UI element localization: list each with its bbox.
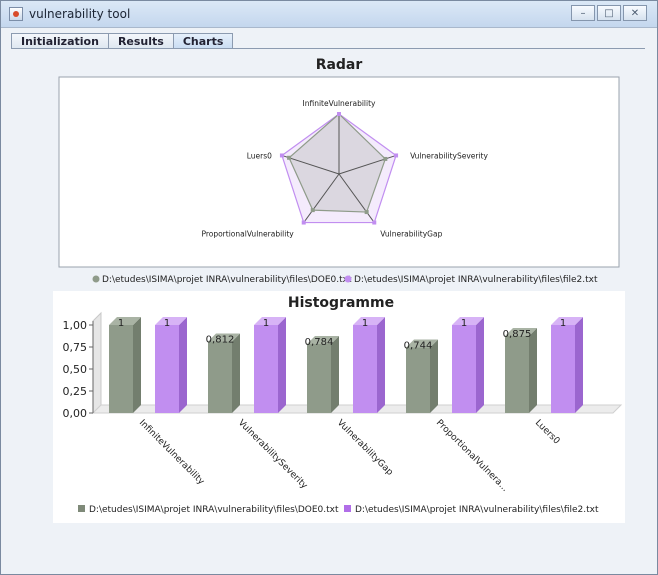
histogram-bar-side (133, 317, 141, 413)
radar-point (279, 153, 284, 158)
histogram-title: Histogramme (288, 295, 394, 311)
radar-point (383, 156, 388, 161)
histogram-value-label: 1 (263, 318, 269, 329)
histogram-legend-marker-series1 (78, 505, 85, 512)
histogram-legend-marker-series2 (344, 505, 351, 512)
radar-point (372, 220, 377, 225)
histogram-bar-front (208, 341, 232, 413)
histogram-value-label: 0,784 (305, 337, 334, 348)
radar-title: Radar (316, 57, 363, 73)
histogram-y-tick-label: 0,50 (63, 363, 88, 376)
histogram-bar-front (307, 344, 331, 413)
maximize-button[interactable]: □ (597, 5, 621, 21)
tab-initialization[interactable]: Initialization (11, 33, 109, 49)
radar-axis-label: InfiniteVulnerability (303, 99, 377, 108)
histogram-value-label: 1 (164, 318, 170, 329)
histogram-chart: Histogramme 0,000,250,500,751,00 1 1Infini… (53, 291, 625, 523)
radar-legend-marker-series1 (92, 275, 100, 283)
histogram-value-label: 0,875 (503, 329, 532, 340)
radar-chart: Radar InfiniteVulnerability Vulnerability… (58, 57, 620, 285)
histogram-value-label: 1 (461, 318, 467, 329)
title-bar[interactable]: vulnerability tool – □ ✕ (1, 1, 657, 28)
app-window: vulnerability tool – □ ✕ Initialization … (0, 0, 658, 575)
window-controls: – □ ✕ (571, 5, 647, 21)
radar-axis-label: VulnerabilityGap (380, 230, 442, 239)
radar-point (287, 155, 292, 160)
histogram-legend-label-series1: D:\etudes\ISIMA\projet INRA\vulnerabilit… (89, 505, 339, 515)
histogram-bar-side (476, 317, 484, 413)
app-icon (9, 7, 23, 21)
histogram-bar-side (278, 317, 286, 413)
radar-axis-label: VulnerabilitySeverity (410, 151, 488, 160)
radar-point (337, 112, 341, 116)
histogram-value-label: 0,744 (404, 341, 433, 352)
histogram-value-label: 1 (118, 318, 124, 329)
histogram-bar-side (377, 317, 385, 413)
histogram-y-tick-label: 1,00 (63, 319, 88, 332)
histogram-bar-front (155, 325, 179, 413)
window-title: vulnerability tool (29, 7, 131, 21)
tab-results[interactable]: Results (107, 33, 174, 49)
histogram-y-tick-label: 0,25 (63, 385, 88, 398)
histogram-bar-side (179, 317, 187, 413)
histogram-bar-front (551, 325, 575, 413)
tab-charts[interactable]: Charts (172, 33, 234, 49)
histogram-y-tick-label: 0,75 (63, 341, 88, 354)
histogram-value-label: 0,812 (206, 335, 235, 346)
radar-point (301, 220, 306, 225)
histogram-bar-front (505, 336, 529, 413)
histogram-value-label: 1 (362, 318, 368, 329)
radar-axis-label: Luers0 (247, 151, 272, 160)
histogram-bar-front (353, 325, 377, 413)
minimize-button[interactable]: – (571, 5, 595, 21)
histogram-bar-side (529, 328, 537, 413)
radar-legend-label-series1: D:\etudes\ISIMA\projet INRA\vulnerabilit… (102, 275, 352, 285)
radar-legend-label-series2: D:\etudes\ISIMA\projet INRA\vulnerabilit… (354, 275, 598, 285)
radar-point (394, 153, 399, 158)
radar-legend-marker-series2 (344, 275, 352, 283)
histogram-legend-label-series2: D:\etudes\ISIMA\projet INRA\vulnerabilit… (355, 505, 599, 515)
histogram-y-tick-label: 0,00 (63, 407, 88, 420)
histogram-bar-front (254, 325, 278, 413)
tab-bar: Initialization Results Charts (11, 33, 234, 49)
radar-point (364, 210, 369, 215)
histogram-value-label: 1 (560, 318, 566, 329)
histogram-back-wall (92, 311, 102, 415)
histogram-bar-front (406, 347, 430, 413)
histogram-bar-front (452, 325, 476, 413)
radar-point (310, 208, 315, 213)
radar-axis-label: ProportionalVulnerability (201, 230, 294, 239)
histogram-bar-front (109, 325, 133, 413)
close-button[interactable]: ✕ (623, 5, 647, 21)
histogram-bar-side (575, 317, 583, 413)
